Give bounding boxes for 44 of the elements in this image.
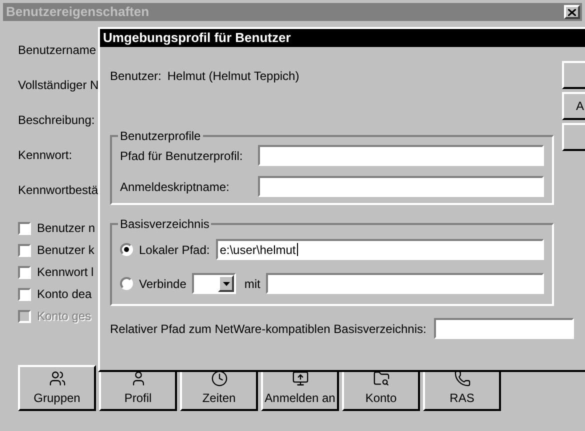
user-name: Helmut (Helmut Teppich) [167,68,300,85]
button-icon [292,370,308,386]
button-icon [454,370,470,386]
text-field[interactable] [266,273,544,294]
button-icon [210,370,228,386]
radio-button[interactable] [120,277,133,290]
field-label: Benutzername [18,42,96,59]
connector-label: mit [244,276,260,292]
checkbox[interactable] [18,266,31,278]
drive-dropdown[interactable] [192,273,236,294]
checkbox[interactable] [18,222,31,234]
field-label: Kennwortbestä [18,182,98,199]
checkbox-label: Benutzer n [37,220,96,237]
text-field[interactable] [258,145,544,166]
field-label: Anmeldeskriptname: [120,178,230,196]
close-button[interactable] [564,5,580,19]
checkbox[interactable] [18,244,31,256]
field-label: Relativer Pfad zum NetWare-kompatiblen Basisverzeichnis: [110,320,426,338]
group-title: Benutzerprofile [119,128,202,145]
dialog-button[interactable]: A [562,92,585,120]
field-label: Pfad für Benutzerprofil: [120,148,244,164]
checkbox-label: Kennwort l [37,264,94,281]
window-title: Benutzereigenschaften [6,3,150,22]
toolbar-button[interactable]: Gruppen [18,365,96,411]
text-field[interactable] [434,318,574,339]
dropdown-arrow-icon [222,282,230,286]
checkbox-label: Benutzer k [37,242,94,259]
radio-label: Lokaler Pfad: [139,242,210,258]
checkbox-label: Konto ges [37,308,92,325]
button-icon [372,370,390,386]
radio-label: Verbinde [139,276,186,292]
field-label: Beschreibung: [18,112,95,129]
group-title: Basisverzeichnis [119,216,210,233]
close-icon [568,8,576,16]
text-field[interactable] [258,176,544,197]
dialog-title: Umgebungsprofil für Benutzer [103,29,291,48]
radio-button[interactable] [120,243,133,256]
button-icon [48,370,66,386]
field-label: Kennwort: [18,147,72,164]
checkbox-label: Konto dea [37,286,92,303]
field-label: Vollständiger N [18,77,99,94]
checkbox[interactable] [18,288,31,300]
user-label: Benutzer: [110,68,162,85]
text-field[interactable]: e:\user\helmut [216,239,544,260]
